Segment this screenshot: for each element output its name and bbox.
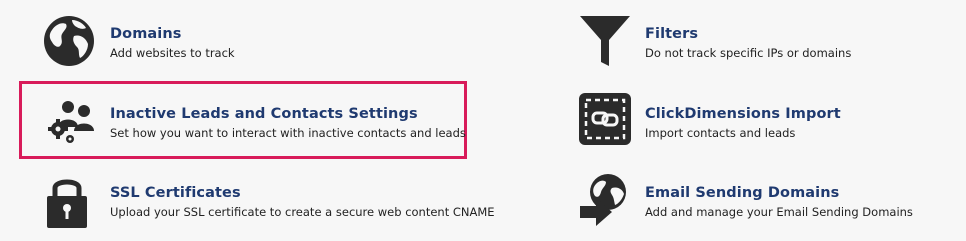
- item-title[interactable]: Inactive Leads and Contacts Settings: [110, 106, 418, 122]
- globe-icon: [42, 14, 96, 68]
- item-description: Import contacts and leads: [645, 126, 796, 140]
- people-gear-icon: [44, 93, 98, 147]
- item-title[interactable]: SSL Certificates: [110, 185, 241, 201]
- item-description: Add and manage your Email Sending Domain…: [645, 205, 913, 219]
- item-description: Upload your SSL certificate to create a …: [110, 205, 495, 219]
- item-description: Do not track specific IPs or domains: [645, 46, 852, 60]
- padlock-icon: [40, 174, 94, 228]
- item-description: Set how you want to interact with inacti…: [110, 126, 466, 140]
- item-title[interactable]: Email Sending Domains: [645, 185, 839, 201]
- item-description: Add websites to track: [110, 46, 235, 60]
- item-title[interactable]: Filters: [645, 26, 698, 42]
- import-link-icon: [578, 92, 632, 146]
- globe-arrow-icon: [578, 172, 632, 226]
- funnel-icon: [578, 14, 632, 68]
- item-title[interactable]: ClickDimensions Import: [645, 106, 841, 122]
- item-title[interactable]: Domains: [110, 26, 182, 42]
